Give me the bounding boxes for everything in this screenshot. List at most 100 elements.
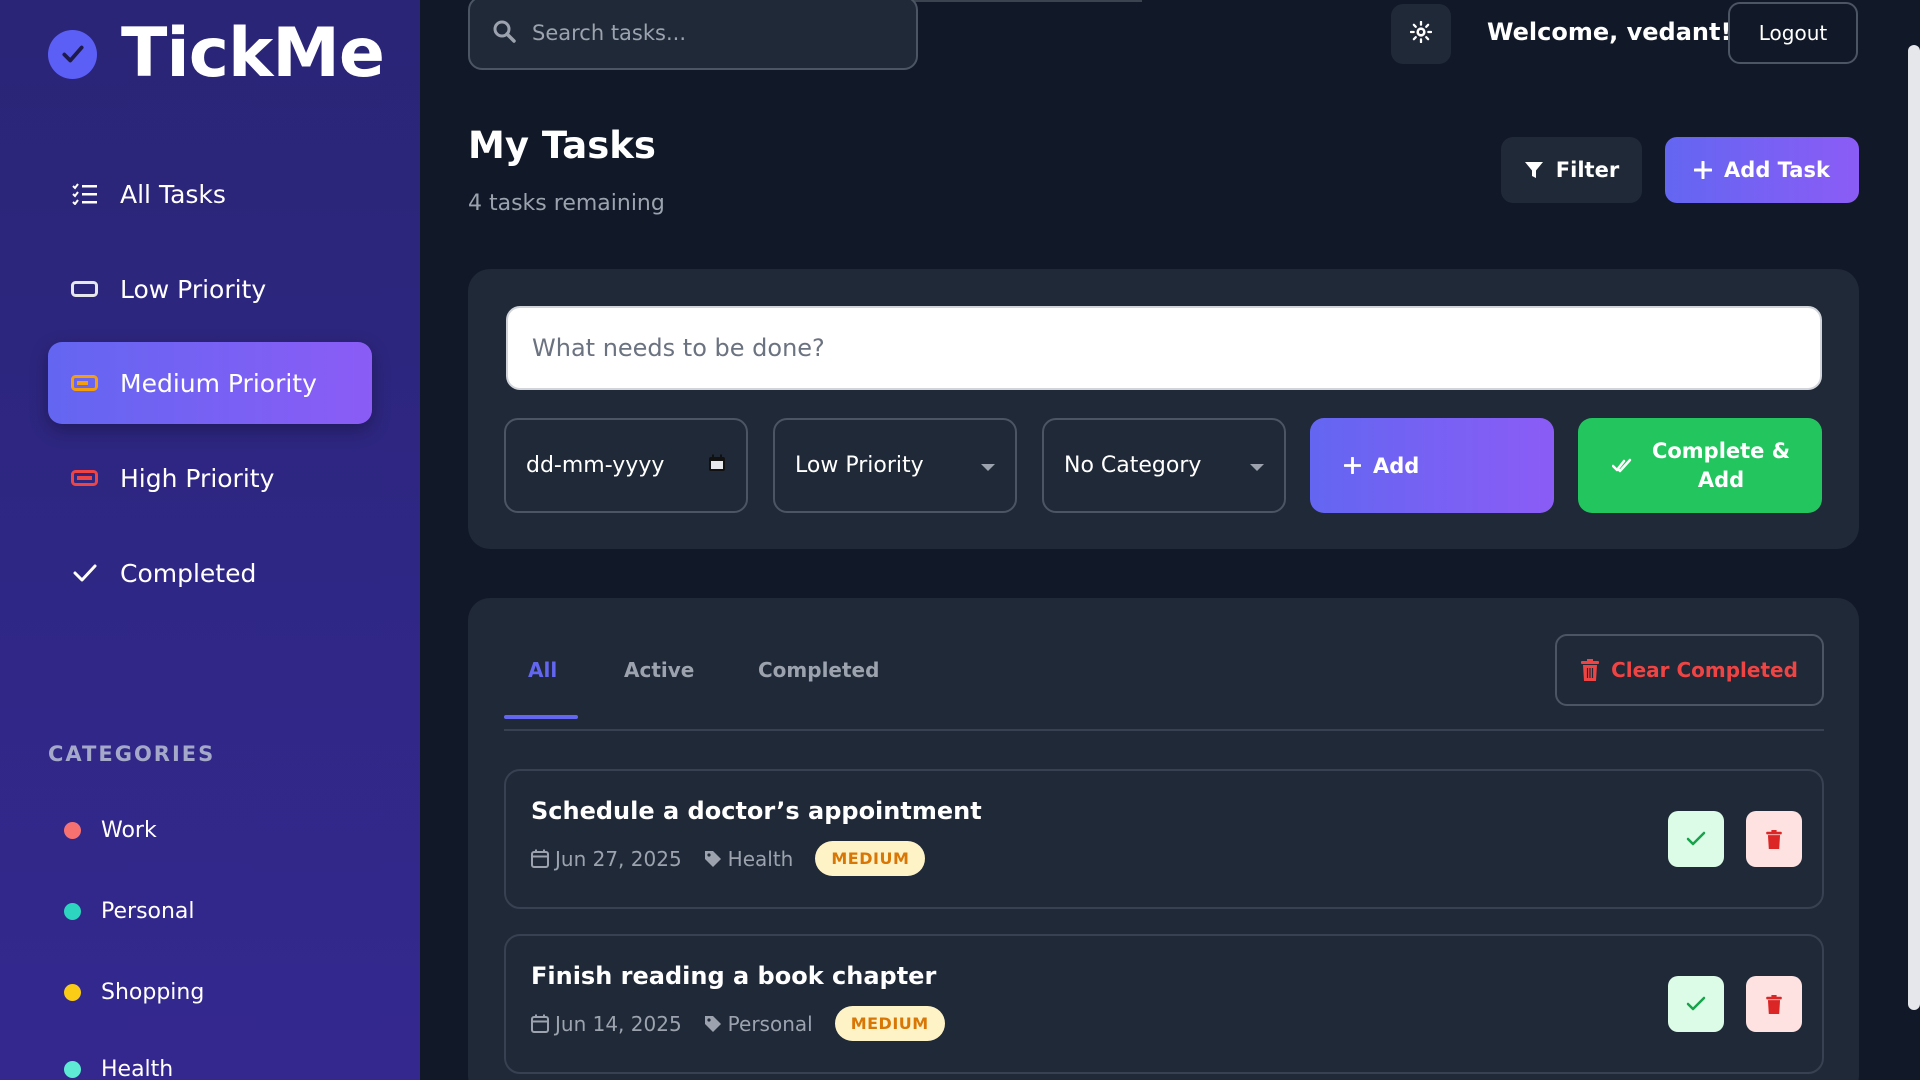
category-dot [64, 1061, 81, 1078]
calendar-icon [531, 1014, 549, 1033]
task-composer: dd-mm-yyyy Low Priority No Category Add … [468, 269, 1859, 549]
check-circle-icon [48, 29, 97, 79]
trash-icon [1766, 994, 1782, 1014]
clear-completed-label: Clear Completed [1611, 658, 1798, 682]
filter-icon [1524, 160, 1544, 180]
trash-icon [1766, 829, 1782, 849]
complete-and-add-button[interactable]: Complete & Add [1578, 418, 1822, 513]
logout-button[interactable]: Logout [1728, 2, 1858, 64]
sidebar-item-low-priority[interactable]: Low Priority [48, 248, 372, 330]
sidebar-item-label: All Tasks [120, 179, 226, 209]
calendar-icon[interactable] [708, 453, 726, 478]
page-title: My Tasks [468, 124, 656, 167]
sidebar-item-high-priority[interactable]: High Priority [48, 437, 372, 519]
tab-active[interactable]: Active [624, 658, 694, 682]
tag-icon [704, 1015, 721, 1032]
app-logo[interactable]: TickMe [48, 14, 385, 94]
sidebar-item-label: Medium Priority [120, 368, 317, 398]
sidebar-item-label: High Priority [120, 463, 275, 493]
task-meta: Jun 14, 2025 Personal MEDIUM [531, 1006, 945, 1041]
search-input[interactable] [532, 21, 892, 45]
priority-select-value: Low Priority [795, 453, 924, 478]
categories-heading: CATEGORIES [48, 742, 216, 766]
chevron-down-icon [1250, 453, 1264, 478]
task-title: Finish reading a book chapter [531, 962, 937, 990]
sidebar: TickMe All Tasks Low Priority Medium Pri… [0, 0, 420, 1080]
tabs-divider [504, 729, 1824, 731]
add-button-label: Add [1373, 453, 1420, 478]
sidebar-item-completed[interactable]: Completed [48, 532, 372, 614]
priority-select[interactable]: Low Priority [773, 418, 1017, 513]
task-date-text: Jun 14, 2025 [555, 1011, 682, 1036]
task-item[interactable]: Schedule a doctor’s appointment Jun 27, … [504, 769, 1824, 909]
category-item-personal[interactable]: Personal [64, 899, 195, 924]
page-scrollbar[interactable] [1908, 45, 1920, 1010]
delete-task-button[interactable] [1746, 976, 1802, 1032]
task-due-date: Jun 27, 2025 [531, 847, 682, 871]
category-dot [64, 822, 81, 839]
check-icon [1686, 996, 1706, 1011]
app-name: TickMe [121, 14, 385, 93]
battery-half-icon [70, 368, 100, 398]
sidebar-item-label: Low Priority [120, 274, 267, 304]
sidebar-item-label: Completed [120, 558, 257, 588]
double-check-icon [1612, 457, 1634, 475]
tab-completed[interactable]: Completed [758, 658, 879, 682]
task-due-date: Jun 14, 2025 [531, 1012, 682, 1036]
category-label: Shopping [101, 980, 205, 1005]
category-item-health[interactable]: Health [64, 1057, 173, 1080]
category-select[interactable]: No Category [1042, 418, 1286, 513]
filter-button[interactable]: Filter [1501, 137, 1642, 203]
check-icon [1686, 831, 1706, 846]
complete-task-button[interactable] [1668, 976, 1724, 1032]
task-title: Schedule a doctor’s appointment [531, 797, 982, 825]
plus-icon [1344, 457, 1361, 474]
task-date-text: Jun 27, 2025 [555, 846, 682, 871]
category-label: Work [101, 818, 157, 843]
sidebar-item-medium-priority[interactable]: Medium Priority [48, 342, 372, 424]
add-task-button[interactable]: Add Task [1665, 137, 1859, 203]
category-label: Personal [101, 899, 195, 924]
trash-icon [1581, 659, 1600, 681]
new-task-input[interactable] [532, 334, 1820, 362]
search-icon [492, 19, 516, 47]
new-task-field[interactable] [506, 306, 1822, 390]
clear-completed-button[interactable]: Clear Completed [1555, 634, 1824, 706]
delete-task-button[interactable] [1746, 811, 1802, 867]
priority-badge: MEDIUM [834, 1006, 945, 1041]
check-icon [70, 558, 100, 588]
theme-toggle-button[interactable] [1391, 4, 1451, 64]
task-item[interactable]: Finish reading a book chapter Jun 14, 20… [504, 934, 1824, 1074]
task-category-text: Personal [727, 1011, 813, 1036]
priority-badge: MEDIUM [815, 841, 926, 876]
sun-icon [1409, 20, 1433, 47]
complete-task-button[interactable] [1668, 811, 1724, 867]
battery-empty-icon [70, 274, 100, 304]
search-box[interactable] [468, 0, 918, 70]
add-button[interactable]: Add [1310, 418, 1554, 513]
category-item-work[interactable]: Work [64, 818, 157, 843]
task-meta: Jun 27, 2025 Health MEDIUM [531, 841, 926, 876]
chevron-down-icon [981, 453, 995, 478]
task-list-panel: All Active Completed Clear Completed Sch… [468, 598, 1859, 1080]
task-category: Health [704, 846, 794, 871]
welcome-text: Welcome, vedant! [1487, 18, 1732, 46]
complete-and-add-label: Complete & Add [1651, 438, 1791, 492]
active-tab-indicator [504, 715, 578, 719]
tab-all[interactable]: All [528, 658, 557, 682]
due-date-input[interactable]: dd-mm-yyyy [504, 418, 748, 513]
category-dot [64, 903, 81, 920]
list-check-icon [70, 179, 100, 209]
tag-icon [704, 850, 721, 867]
calendar-icon [531, 849, 549, 868]
sidebar-item-all-tasks[interactable]: All Tasks [48, 153, 372, 235]
category-label: Health [101, 1057, 174, 1080]
category-select-value: No Category [1064, 453, 1202, 478]
task-category: Personal [704, 1012, 813, 1036]
filter-label: Filter [1555, 158, 1620, 182]
task-category-text: Health [727, 846, 794, 871]
add-task-label: Add Task [1724, 158, 1830, 182]
category-item-shopping[interactable]: Shopping [64, 980, 204, 1005]
tasks-remaining-count: 4 tasks remaining [468, 191, 665, 216]
plus-icon [1694, 161, 1713, 179]
